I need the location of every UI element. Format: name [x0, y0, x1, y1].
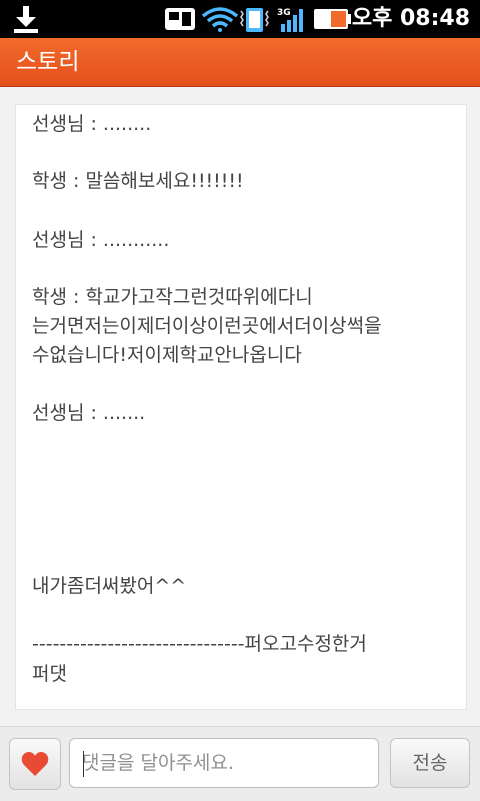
story-line: 학생 : 학교가고작그런것따위에다니	[32, 286, 313, 308]
battery-icon	[314, 9, 351, 29]
story-line: 수없습니다!저이제학교안나옵니다	[32, 344, 302, 366]
story-line: 는거면저는이제더이상이런곳에서더이상썩을	[32, 315, 382, 337]
send-button[interactable]: 전송	[390, 738, 470, 788]
signal-icon: 3G	[277, 8, 303, 32]
story-line: -------------------------------퍼오고수정한거	[32, 633, 367, 655]
story-card: 선생님 : ........ 학생 : 말씀해보세요!!!!!!! 선생님 : …	[15, 104, 467, 710]
comment-bar: 전송	[0, 726, 480, 801]
text-caret	[83, 751, 84, 777]
story-line: 퍼댓	[32, 663, 67, 685]
story-line: 선생님 : .......	[32, 402, 146, 424]
story-content[interactable]: 선생님 : ........ 학생 : 말씀해보세요!!!!!!! 선생님 : …	[0, 87, 480, 726]
download-icon	[14, 6, 38, 33]
comment-input[interactable]	[69, 738, 379, 788]
status-time: 오후 08:48	[351, 6, 470, 31]
status-icons: 3G	[165, 7, 351, 32]
story-line: 학생 : 말씀해보세요!!!!!!!	[32, 170, 244, 192]
heart-icon	[21, 752, 49, 776]
wifi-icon	[201, 7, 239, 32]
story-line: 내가좀더써봤어^^	[32, 575, 187, 597]
title-bar: 스토리	[0, 38, 480, 87]
like-button[interactable]	[9, 738, 61, 790]
vibrate-icon	[240, 8, 269, 32]
story-line: 선생님 : ...........	[32, 229, 170, 251]
page-title: 스토리	[16, 49, 80, 75]
media-icon	[165, 8, 195, 30]
svg-text:3G: 3G	[277, 8, 291, 18]
status-bar: 3G 오후 08:48	[0, 0, 480, 38]
story-line: 선생님 : ........	[32, 113, 152, 135]
